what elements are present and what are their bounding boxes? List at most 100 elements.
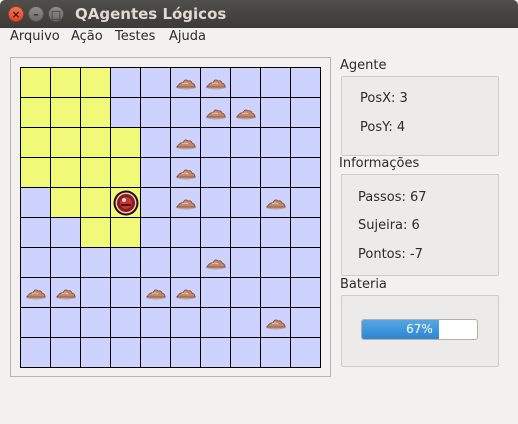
dirt-pile-icon (176, 289, 196, 300)
grid-cell (230, 337, 261, 368)
grid-cell (230, 217, 261, 248)
agent-section-label: Agente (340, 58, 387, 73)
grid-cell (140, 217, 171, 248)
grid-cell (170, 247, 201, 278)
dirt-pile-icon (176, 199, 196, 210)
grid-cell (260, 187, 291, 218)
grid-cell (50, 97, 81, 128)
menu-acao[interactable]: Ação (71, 29, 103, 44)
grid-cell (230, 187, 261, 218)
menu-bar: Arquivo Ação Testes Ajuda (0, 28, 518, 48)
grid-cell (290, 247, 321, 278)
close-window-button[interactable]: × (8, 6, 24, 22)
battery-progress-text: 67% (406, 322, 433, 336)
grid-cell (290, 127, 321, 158)
minimize-window-button[interactable]: – (28, 6, 44, 22)
grid-cell (110, 187, 141, 218)
grid-cell (80, 337, 111, 368)
grid-cell (260, 127, 291, 158)
grid-cell (200, 157, 231, 188)
grid-cell (110, 337, 141, 368)
grid-cell (50, 217, 81, 248)
grid-cell (140, 187, 171, 218)
dirt-pile-icon (266, 319, 286, 330)
grid-cell (170, 307, 201, 338)
grid-cell (200, 187, 231, 218)
grid-cell (110, 67, 141, 98)
dirt-pile-icon (26, 289, 46, 300)
grid-cell (140, 97, 171, 128)
grid-cell (110, 157, 141, 188)
grid-cell (20, 307, 51, 338)
posx-label: PosX: 3 (360, 91, 408, 106)
pontos-label: Pontos: -7 (358, 247, 423, 262)
title-bar: × – □ QAgentes Lógicos (0, 0, 518, 28)
menu-arquivo[interactable]: Arquivo (10, 29, 60, 44)
grid-cell (80, 67, 111, 98)
grid-cell (260, 247, 291, 278)
grid-cell (230, 307, 261, 338)
info-section-label: Informações (339, 156, 420, 171)
grid-cell (20, 157, 51, 188)
grid-cell (170, 97, 201, 128)
grid-cell (230, 97, 261, 128)
grid-cell (20, 187, 51, 218)
passos-label: Passos: 67 (358, 190, 427, 205)
dirt-pile-icon (266, 199, 286, 210)
grid-cell (50, 157, 81, 188)
grid-cell (290, 217, 321, 248)
grid-cell (80, 187, 111, 218)
grid-cell (110, 127, 141, 158)
grid-cell (140, 157, 171, 188)
grid-cell (80, 97, 111, 128)
grid-cell (260, 157, 291, 188)
grid-cell (260, 217, 291, 248)
grid-cell (80, 247, 111, 278)
grid-cell (20, 337, 51, 368)
dirt-pile-icon (146, 289, 166, 300)
grid-cell (20, 97, 51, 128)
menu-testes[interactable]: Testes (115, 29, 155, 44)
agent-panel (341, 76, 499, 156)
grid-cell (200, 217, 231, 248)
grid-cell (110, 97, 141, 128)
grid-cell (200, 307, 231, 338)
dirt-pile-icon (176, 79, 196, 90)
grid-cell (290, 67, 321, 98)
dirt-pile-icon (236, 109, 256, 120)
grid-cell (200, 277, 231, 308)
dirt-pile-icon (206, 259, 226, 270)
menu-ajuda[interactable]: Ajuda (169, 29, 206, 44)
grid-cell (230, 247, 261, 278)
grid-cell (50, 277, 81, 308)
grid-cell (230, 127, 261, 158)
world-grid (20, 67, 321, 368)
window-title: QAgentes Lógicos (75, 5, 227, 23)
grid-cell (170, 127, 201, 158)
sujeira-label: Sujeira: 6 (358, 218, 420, 233)
grid-cell (200, 247, 231, 278)
maximize-window-button[interactable]: □ (48, 6, 64, 22)
grid-cell (290, 337, 321, 368)
grid-cell (170, 67, 201, 98)
grid-cell (200, 97, 231, 128)
grid-cell (140, 127, 171, 158)
grid-cell (50, 337, 81, 368)
grid-cell (140, 277, 171, 308)
grid-cell (110, 277, 141, 308)
dirt-pile-icon (176, 139, 196, 150)
grid-cell (50, 127, 81, 158)
grid-cell (140, 337, 171, 368)
grid-cell (110, 307, 141, 338)
grid-cell (20, 247, 51, 278)
dirt-pile-icon (206, 79, 226, 90)
grid-cell (200, 337, 231, 368)
grid-cell (170, 217, 201, 248)
grid-cell (260, 67, 291, 98)
grid-cell (80, 157, 111, 188)
dirt-pile-icon (56, 289, 76, 300)
grid-cell (110, 247, 141, 278)
grid-cell (290, 187, 321, 218)
grid-cell (50, 67, 81, 98)
grid-cell (170, 187, 201, 218)
